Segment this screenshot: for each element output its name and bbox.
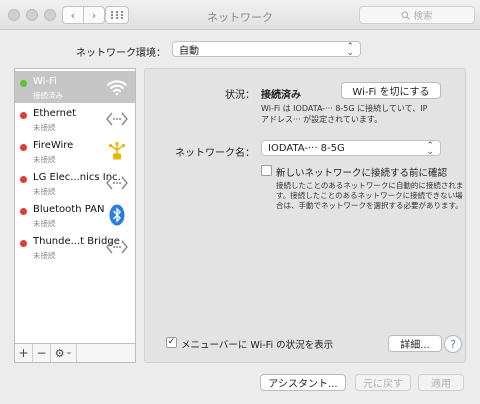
search-field[interactable]: 検索 xyxy=(359,6,475,24)
wifi-icon xyxy=(105,75,129,99)
service-item-bluetooth-pan[interactable]: Bluetooth PAN 未接続 xyxy=(15,199,135,231)
revert-button[interactable]: 元に戻す xyxy=(355,374,411,391)
status-description-line2: アドレス··· が設定されています。 xyxy=(261,115,383,124)
location-select[interactable]: 自動 ⌃ ⌄ xyxy=(172,41,361,58)
service-status: 未接続 xyxy=(33,219,56,228)
status-dot-disconnected xyxy=(20,208,27,215)
network-name-value: IODATA-··· 8-5G xyxy=(268,142,345,154)
apply-button[interactable]: 適用 xyxy=(418,374,464,391)
service-item-lg[interactable]: LG Elec...nics Inc. 未接続 xyxy=(15,167,135,199)
bluetooth-icon xyxy=(105,203,129,227)
status-description-line1: Wi-Fi は IODATA-··· 8-5G に接続していて、IP xyxy=(261,104,428,113)
service-item-thunderbolt-bridge[interactable]: Thunde...t Bridge 未接続 xyxy=(15,231,135,263)
title-bar: ‹ › ネットワーク 検索 xyxy=(0,0,480,30)
add-service-button[interactable]: + xyxy=(15,344,33,362)
service-name: Wi-Fi xyxy=(33,76,57,87)
remove-service-button[interactable]: − xyxy=(33,344,51,362)
service-item-firewire[interactable]: FireWire 未接続 xyxy=(15,135,135,167)
service-status: 接続済み xyxy=(33,91,63,100)
network-name-label: ネットワーク名： xyxy=(175,148,255,159)
show-in-menubar-label: メニューバーに Wi-Fi の状況を表示 xyxy=(181,340,334,351)
search-placeholder: 検索 xyxy=(413,11,433,22)
location-label: ネットワーク環境： xyxy=(76,48,166,59)
ethernet-icon xyxy=(105,171,129,195)
service-status: 未接続 xyxy=(33,251,56,260)
service-name: FireWire xyxy=(33,140,74,151)
chevron-down-icon: ⌄ xyxy=(65,346,73,356)
status-dot-disconnected xyxy=(20,112,27,119)
service-name: Bluetooth PAN xyxy=(33,204,105,215)
detail-panel: 状況： 接続済み Wi-Fi を切にする Wi-Fi は IODATA-··· … xyxy=(144,68,466,363)
ask-to-join-description-line3: 合は、手動でネットワークを選択する必要があります。 xyxy=(276,201,463,210)
service-list-toolbar: + − ⚙ ⌄ xyxy=(14,343,136,363)
service-status: 未接続 xyxy=(33,123,56,132)
updown-chevron-icon: ⌃ ⌄ xyxy=(426,141,434,157)
status-dot-connected xyxy=(20,80,27,87)
service-status: 未接続 xyxy=(33,155,56,164)
help-button[interactable]: ? xyxy=(444,335,462,353)
advanced-button[interactable]: 詳細... xyxy=(388,335,442,352)
ask-to-join-checkbox[interactable] xyxy=(261,165,272,176)
service-status: 未接続 xyxy=(33,187,56,196)
status-dot-disconnected xyxy=(20,144,27,151)
gear-icon: ⚙ xyxy=(54,346,65,360)
status-dot-disconnected xyxy=(20,176,27,183)
status-value: 接続済み xyxy=(261,90,301,101)
turn-wifi-off-button[interactable]: Wi-Fi を切にする xyxy=(341,82,441,99)
status-dot-disconnected xyxy=(20,240,27,247)
ethernet-icon xyxy=(105,235,129,259)
network-name-select[interactable]: IODATA-··· 8-5G ⌃ ⌄ xyxy=(261,140,441,157)
service-name: Ethernet xyxy=(33,108,77,119)
action-menu-button[interactable]: ⚙ ⌄ xyxy=(51,344,77,362)
updown-chevron-icon: ⌃ ⌄ xyxy=(346,42,354,58)
ethernet-icon xyxy=(105,107,129,131)
location-value: 自動 xyxy=(179,45,199,57)
ask-to-join-label: 新しいネットワークに接続する前に確認 xyxy=(276,168,448,179)
show-in-menubar-checkbox[interactable]: ✓ xyxy=(166,337,177,348)
service-list: Wi-Fi 接続済み Ethernet 未接続 FireWire 未接続 LG … xyxy=(14,68,136,363)
search-icon xyxy=(401,10,411,20)
service-item-wifi[interactable]: Wi-Fi 接続済み xyxy=(15,71,135,103)
firewire-icon xyxy=(105,139,129,163)
assistant-button[interactable]: アシスタント... xyxy=(260,374,346,391)
status-label: 状況： xyxy=(225,90,255,101)
service-item-ethernet[interactable]: Ethernet 未接続 xyxy=(15,103,135,135)
